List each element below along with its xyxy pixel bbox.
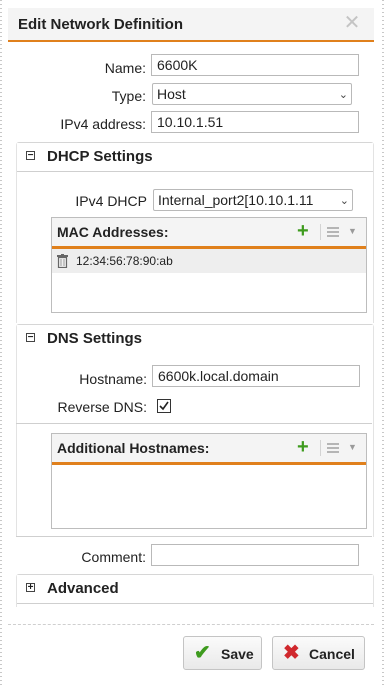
advanced-title: Advanced (47, 580, 119, 597)
additional-hostnames-grid: Additional Hostnames: + ▼ (51, 433, 367, 529)
close-icon[interactable]: ✕ (342, 13, 362, 33)
mac-address-value: 12:34:56:78:90:ab (76, 254, 173, 268)
name-field[interactable]: 6600K (151, 54, 359, 76)
cancel-button-label: Cancel (309, 646, 355, 662)
dialog-titlebar: Edit Network Definition ✕ (8, 8, 374, 42)
section-divider (16, 536, 372, 537)
cross-icon: ✖ (283, 642, 300, 664)
additional-hostnames-header: Additional Hostnames: + ▼ (52, 434, 366, 465)
chevron-down-icon: ⌄ (338, 89, 348, 101)
table-row[interactable]: 12:34:56:78:90:ab (52, 249, 366, 273)
dns-settings-header[interactable]: − DNS Settings (17, 325, 373, 353)
comment-field[interactable] (151, 544, 359, 566)
dhcp-settings-section: − DHCP Settings IPv4 DHCP Internal_port2… (16, 142, 374, 323)
dhcp-settings-title: DHCP Settings (47, 148, 153, 165)
edit-network-dialog: Edit Network Definition ✕ Name: 6600K Ty… (8, 8, 374, 684)
expand-icon[interactable]: + (26, 583, 35, 593)
comment-label: Comment: (81, 549, 146, 565)
chevron-down-icon[interactable]: ▼ (348, 226, 357, 236)
trash-icon[interactable] (57, 254, 68, 268)
toolbar-separator (320, 224, 321, 240)
additional-hostnames-title: Additional Hostnames: (57, 440, 210, 456)
dialog-title: Edit Network Definition (18, 16, 183, 33)
ipv4-dhcp-select-value: Internal_port2[10.10.1.11 (158, 192, 314, 208)
footer-divider (8, 624, 374, 625)
dhcp-settings-header[interactable]: − DHCP Settings (17, 143, 373, 172)
name-label: Name: (104, 60, 146, 76)
chevron-down-icon[interactable]: ▼ (348, 442, 357, 452)
page-edge-left (0, 0, 2, 688)
mac-addresses-grid: MAC Addresses: + ▼ 12:34:56:78:90:ab (51, 217, 367, 313)
mac-addresses-title: MAC Addresses: (57, 224, 169, 240)
chevron-down-icon: ⌄ (339, 195, 349, 207)
list-icon[interactable] (324, 440, 344, 456)
checkmark-icon (159, 401, 169, 411)
section-divider (16, 423, 372, 424)
checkmark-icon: ✔ (194, 642, 211, 664)
type-select-value: Host (157, 86, 186, 102)
ipv4-dhcp-label: IPv4 DHCP (75, 193, 147, 209)
reverse-dns-label: Reverse DNS: (57, 399, 147, 415)
save-button-label: Save (221, 646, 254, 662)
advanced-header[interactable]: + Advanced (17, 575, 373, 604)
dns-settings-section: − DNS Settings Hostname: 6600k.local.dom… (16, 324, 374, 537)
add-icon[interactable]: + (297, 220, 309, 242)
toolbar-separator (320, 440, 321, 456)
list-icon[interactable] (324, 224, 344, 240)
type-label: Type: (111, 88, 146, 104)
save-button[interactable]: ✔ Save (183, 636, 262, 670)
type-select[interactable]: Host ⌄ (152, 83, 352, 105)
cancel-button[interactable]: ✖ Cancel (272, 636, 365, 670)
collapse-icon[interactable]: − (26, 333, 35, 343)
ipv4-address-field[interactable]: 10.10.1.51 (151, 111, 359, 133)
collapse-icon[interactable]: − (26, 151, 35, 161)
hostname-label: Hostname: (79, 371, 147, 387)
dns-settings-title: DNS Settings (47, 330, 143, 347)
mac-addresses-header: MAC Addresses: + ▼ (52, 218, 366, 249)
hostname-field[interactable]: 6600k.local.domain (152, 365, 360, 387)
ipv4-dhcp-select[interactable]: Internal_port2[10.10.1.11 ⌄ (153, 189, 353, 211)
advanced-section: + Advanced (16, 574, 374, 607)
reverse-dns-checkbox[interactable] (157, 399, 171, 413)
add-icon[interactable]: + (297, 436, 309, 458)
ipv4-address-label: IPv4 address: (60, 116, 146, 132)
